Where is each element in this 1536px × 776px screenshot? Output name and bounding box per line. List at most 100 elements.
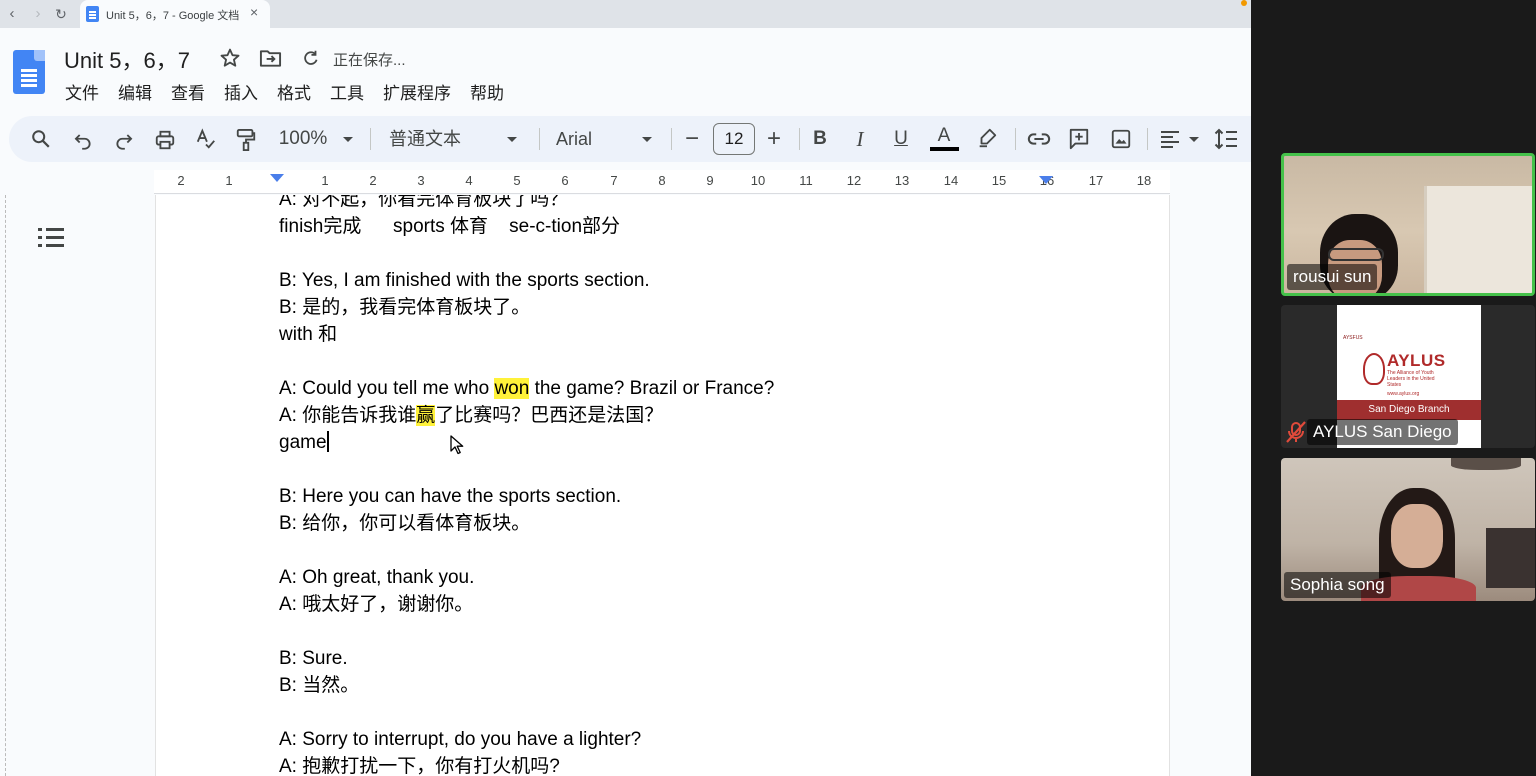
menu-format[interactable]: 格式 — [277, 79, 311, 104]
font-family-select[interactable]: Arial — [556, 127, 606, 151]
glasses-icon — [1328, 248, 1384, 261]
text-line: A: Sorry to interrupt, do you have a lig… — [279, 729, 642, 750]
ceiling-lamp — [1451, 458, 1521, 470]
text-line: B: Yes, I am finished with the sports se… — [279, 270, 650, 291]
star-icon[interactable] — [219, 47, 241, 69]
participant-tile-aylus-san-diego[interactable]: AYSFUS AYLUS The Alliance of Youth Leade… — [1281, 305, 1535, 448]
aylus-name: AYLUS — [1387, 351, 1446, 370]
participant-tile-rousui-sun[interactable]: rousui sun — [1281, 153, 1535, 296]
aylus-branch-banner: San Diego Branch — [1337, 400, 1481, 420]
right-indent-marker[interactable] — [1039, 176, 1053, 184]
text-line — [279, 348, 1139, 375]
menu-file[interactable]: 文件 — [65, 79, 99, 104]
highlighted-word: won — [494, 378, 530, 399]
text-line: with 和 — [279, 324, 338, 345]
line-spacing-icon[interactable] — [1214, 128, 1238, 150]
align-dropdown-icon[interactable] — [1188, 136, 1200, 144]
ruler-label: 11 — [799, 173, 813, 188]
insert-image-icon[interactable] — [1110, 128, 1132, 150]
ruler-label: 3 — [417, 173, 425, 188]
italic-button[interactable]: I — [850, 127, 870, 151]
move-to-folder-icon[interactable] — [259, 48, 282, 68]
google-docs-logo-icon[interactable] — [13, 50, 45, 94]
decrease-font-size-button[interactable]: − — [682, 127, 702, 151]
text-line: A: 你能告诉我谁赢了比赛吗？巴西还是法国？ — [279, 402, 1139, 429]
undo-icon[interactable] — [73, 130, 93, 150]
menu-edit[interactable]: 编辑 — [118, 79, 152, 104]
text-line: B: 给你，你可以看体育板块。 — [279, 513, 531, 534]
zoom-dropdown-icon[interactable] — [342, 136, 354, 144]
document-title[interactable]: Unit 5，6，7 — [64, 43, 190, 75]
toolbar-divider — [370, 128, 371, 150]
toolbar-divider — [1015, 128, 1016, 150]
text-line — [279, 537, 1139, 564]
font-size-input[interactable]: 12 — [713, 123, 755, 155]
menu-insert[interactable]: 插入 — [224, 79, 258, 104]
docs-favicon-icon — [86, 6, 99, 22]
participant-name: AYLUS San Diego — [1307, 419, 1458, 445]
participant-face — [1391, 504, 1443, 568]
ruler-label: 14 — [943, 173, 959, 188]
document-outline-icon[interactable] — [38, 225, 64, 249]
document-body[interactable]: A: 对不起，你看完体育板块了吗？ finish完成 sports 体育 se-… — [279, 195, 1139, 776]
paint-format-icon[interactable] — [235, 128, 257, 152]
close-tab-icon[interactable]: × — [250, 4, 258, 20]
participant-tile-sophia-song[interactable]: Sophia song — [1281, 458, 1535, 601]
toolbar-divider — [539, 128, 540, 150]
text-line — [279, 699, 1139, 726]
browser-tab-bar: ‹ › ↻ Unit 5，6，7 - Google 文档 × — [0, 0, 1251, 28]
browser-tab[interactable]: Unit 5，6，7 - Google 文档 × — [80, 0, 270, 28]
left-margin-guide — [0, 195, 6, 776]
text-line: A: 对不起，你看完体育板块了吗？ — [279, 195, 569, 210]
underline-button[interactable]: U — [891, 127, 911, 151]
mouse-pointer-icon — [450, 435, 464, 455]
forward-icon[interactable]: › — [28, 4, 48, 24]
bold-button[interactable]: B — [810, 127, 830, 151]
ruler-label: 1 — [225, 173, 233, 188]
ruler-label: 2 — [177, 173, 185, 188]
text-line — [279, 456, 1139, 483]
ruler-label: 12 — [846, 173, 862, 188]
highlight-pen-icon[interactable] — [976, 127, 998, 149]
ruler-label: 2 — [369, 173, 377, 188]
toolbar-divider — [671, 128, 672, 150]
text-line — [279, 618, 1139, 645]
search-icon[interactable] — [30, 128, 52, 150]
text-cursor — [326, 431, 329, 452]
font-dropdown-icon[interactable] — [641, 136, 653, 144]
increase-font-size-button[interactable]: + — [764, 127, 784, 151]
text-run: game — [279, 432, 327, 453]
menu-view[interactable]: 查看 — [171, 79, 205, 104]
reload-icon[interactable]: ↻ — [51, 4, 71, 24]
horizontal-ruler[interactable]: 2 1 1 2 3 4 5 6 7 8 9 10 11 12 13 14 15 … — [154, 170, 1170, 194]
print-icon[interactable] — [154, 129, 176, 151]
style-dropdown-icon[interactable] — [506, 136, 518, 144]
align-left-icon[interactable] — [1160, 130, 1180, 148]
text-line: B: 当然。 — [279, 675, 360, 696]
zoom-select[interactable]: 100% — [277, 127, 329, 151]
menu-help[interactable]: 帮助 — [470, 79, 504, 104]
mic-muted-icon — [1286, 421, 1306, 443]
back-icon[interactable]: ‹ — [2, 4, 22, 24]
insert-link-icon[interactable] — [1027, 129, 1051, 149]
ruler-label: 18 — [1136, 173, 1152, 188]
aylus-small-logo: AYSFUS — [1343, 335, 1363, 341]
screen: ‹ › ↻ Unit 5，6，7 - Google 文档 × Unit 5，6，… — [0, 0, 1536, 776]
ruler-label: 17 — [1088, 173, 1104, 188]
background-headboard — [1486, 528, 1535, 588]
redo-icon[interactable] — [114, 130, 134, 150]
document-page[interactable]: A: 对不起，你看完体育板块了吗？ finish完成 sports 体育 se-… — [155, 195, 1170, 776]
text-line: A: Oh great, thank you. — [279, 567, 475, 588]
aylus-url: www.aylus.org — [1387, 391, 1420, 397]
text-color-button[interactable]: A — [934, 124, 954, 148]
menu-tools[interactable]: 工具 — [330, 79, 364, 104]
paragraph-style-select[interactable]: 普通文本 — [389, 127, 467, 151]
spellcheck-icon[interactable] — [195, 128, 217, 150]
left-indent-marker[interactable] — [270, 174, 284, 182]
menu-extensions[interactable]: 扩展程序 — [383, 79, 451, 104]
menu-bar: 文件 编辑 查看 插入 格式 工具 扩展程序 帮助 — [65, 79, 504, 104]
add-comment-icon[interactable] — [1068, 127, 1090, 151]
ruler-label: 10 — [750, 173, 766, 188]
text-run: 了比赛吗？巴西还是法国？ — [435, 405, 664, 426]
torch-icon — [1363, 353, 1385, 385]
